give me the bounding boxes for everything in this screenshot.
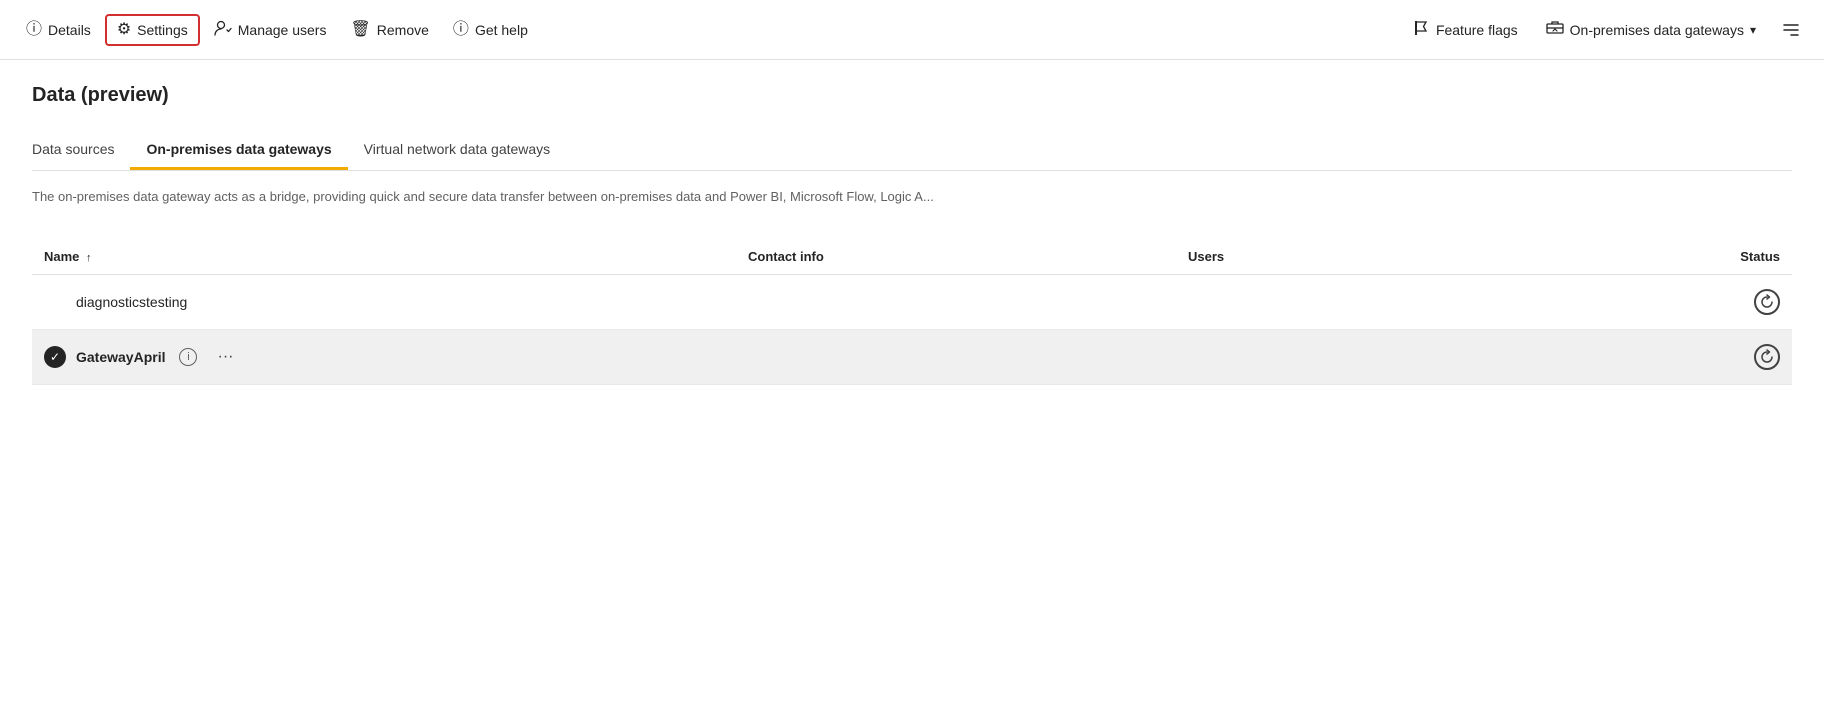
table-header-row: Name ↑ Contact info Users Status <box>32 239 1792 275</box>
dropdown-chevron-icon: ▾ <box>1750 23 1756 37</box>
row-name-cell: ✓ GatewayApril i ··· <box>32 329 736 384</box>
table-row[interactable]: diagnosticstesting <box>32 274 1792 329</box>
sort-arrow-icon: ↑ <box>86 252 92 264</box>
manage-users-label: Manage users <box>238 22 327 38</box>
col-header-name: Name ↑ <box>32 239 736 275</box>
row-contact-cell <box>736 274 1176 329</box>
on-premises-dropdown-label: On-premises data gateways <box>1570 22 1744 38</box>
row-name-cell: diagnosticstesting <box>32 274 736 329</box>
tab-on-premises[interactable]: On-premises data gateways <box>130 131 347 170</box>
col-header-status: Status <box>1528 239 1792 275</box>
gateway-name: diagnosticstesting <box>76 294 187 310</box>
col-header-contact: Contact info <box>736 239 1176 275</box>
selected-check-icon: ✓ <box>44 346 66 368</box>
gateway-name: GatewayApril <box>76 349 165 365</box>
details-icon: ⓘ <box>26 22 42 38</box>
toolbar-left: ⓘ Details ⚙ Settings Manage users 🗑 Remo… <box>16 14 1398 46</box>
feature-flags-label: Feature flags <box>1436 22 1518 38</box>
get-help-icon: ⓘ <box>453 22 469 38</box>
on-premises-icon <box>1546 20 1564 39</box>
get-help-label: Get help <box>475 22 528 38</box>
row-status-cell <box>1528 274 1792 329</box>
gateway-info-icon[interactable]: i <box>179 348 197 366</box>
row-status-cell <box>1528 329 1792 384</box>
manage-users-button[interactable]: Manage users <box>204 14 337 46</box>
row-users-cell <box>1176 329 1528 384</box>
menu-lines-icon <box>1782 23 1800 37</box>
settings-button[interactable]: ⚙ Settings <box>105 14 200 46</box>
table-row[interactable]: ✓ GatewayApril i ··· <box>32 329 1792 384</box>
gateway-ellipsis-button[interactable]: ··· <box>211 346 239 368</box>
col-header-users: Users <box>1176 239 1528 275</box>
remove-button[interactable]: 🗑 Remove <box>340 16 438 44</box>
feature-flags-button[interactable]: Feature flags <box>1402 13 1528 47</box>
row-contact-cell <box>736 329 1176 384</box>
on-premises-dropdown-button[interactable]: On-premises data gateways ▾ <box>1536 14 1766 45</box>
more-options-button[interactable] <box>1774 17 1808 43</box>
details-label: Details <box>48 22 91 38</box>
details-button[interactable]: ⓘ Details <box>16 16 101 44</box>
manage-users-icon <box>214 20 232 40</box>
settings-icon: ⚙ <box>117 22 131 38</box>
tab-virtual-network[interactable]: Virtual network data gateways <box>348 131 567 170</box>
page-title: Data (preview) <box>32 84 1792 107</box>
main-content: Data (preview) Data sources On-premises … <box>0 60 1824 409</box>
feature-flags-icon <box>1412 19 1430 41</box>
remove-label: Remove <box>377 22 429 38</box>
tab-data-sources[interactable]: Data sources <box>32 131 130 170</box>
row-users-cell <box>1176 274 1528 329</box>
remove-icon: 🗑 <box>350 22 370 38</box>
refresh-status-icon-2 <box>1754 344 1780 370</box>
refresh-status-icon <box>1754 289 1780 315</box>
toolbar: ⓘ Details ⚙ Settings Manage users 🗑 Remo… <box>0 0 1824 60</box>
gateways-table: Name ↑ Contact info Users Status <box>32 239 1792 385</box>
get-help-button[interactable]: ⓘ Get help <box>443 16 538 44</box>
settings-label: Settings <box>137 22 188 38</box>
tabs-container: Data sources On-premises data gateways V… <box>32 131 1792 171</box>
tab-description: The on-premises data gateway acts as a b… <box>32 187 1792 207</box>
toolbar-right: Feature flags On-premises data gateways … <box>1402 13 1808 47</box>
